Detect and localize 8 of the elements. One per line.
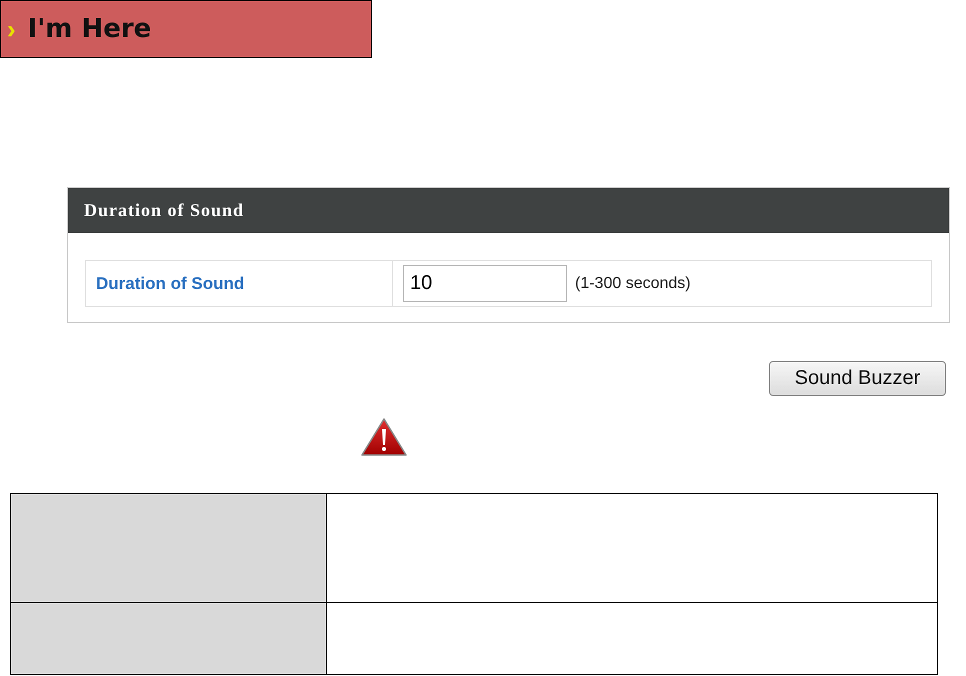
warning-icon <box>360 417 408 457</box>
sound-buzzer-button[interactable]: Sound Buzzer <box>769 361 946 396</box>
section-title: I'm Here <box>28 14 152 44</box>
panel-title: Duration of Sound <box>84 200 244 221</box>
chevron-icon: › <box>7 16 16 42</box>
field-hint: (1-300 seconds) <box>575 274 691 292</box>
field-label: Duration of Sound <box>86 261 393 306</box>
duration-input[interactable]: 10 <box>403 265 567 302</box>
